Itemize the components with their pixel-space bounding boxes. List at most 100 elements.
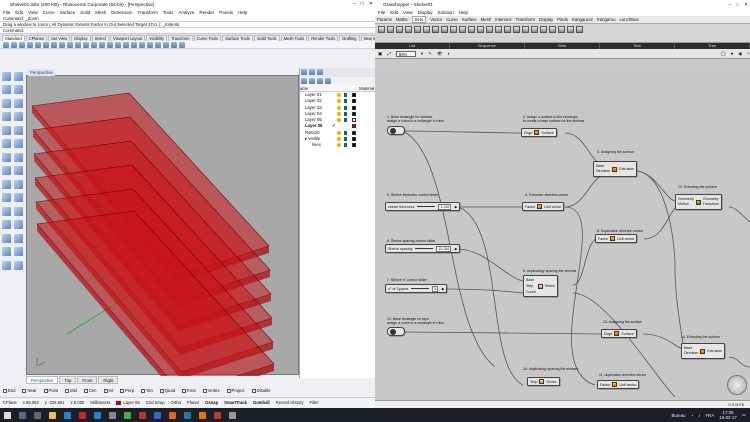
lock-icon[interactable] [344, 118, 347, 123]
lock-icon[interactable] [344, 143, 347, 148]
split-icon[interactable] [14, 220, 23, 230]
app-icon[interactable] [214, 411, 221, 419]
gh-tab-transform[interactable]: Transform [516, 17, 535, 22]
bulb-icon[interactable] [337, 118, 341, 123]
render-icon[interactable] [163, 42, 169, 48]
osnap-project[interactable]: Project [226, 388, 245, 393]
preview-mode-icon[interactable]: ◐ [448, 51, 451, 56]
dimension-icon[interactable] [2, 247, 11, 257]
osnap-tan[interactable]: Tan [141, 388, 153, 393]
language-indicator[interactable]: FRA [705, 413, 714, 418]
lock-icon[interactable] [344, 137, 347, 142]
surface-icon[interactable] [2, 139, 11, 149]
count-slider[interactable]: n° of Spaces 5 ◆ [385, 284, 448, 293]
clock[interactable]: 17:36 15-02-17 [719, 410, 737, 420]
save-icon[interactable] [19, 42, 25, 48]
bulb-icon[interactable] [337, 105, 341, 110]
windows-start-icon[interactable] [4, 411, 11, 419]
close-icon[interactable]: ✕ [369, 0, 373, 9]
tab-display[interactable]: Display [71, 35, 91, 41]
extrude-icon[interactable] [14, 139, 23, 149]
curve-param-component-2[interactable] [387, 327, 405, 336]
layer-color-swatch[interactable] [352, 143, 356, 148]
unit-z-component[interactable]: Factor Unit vector [522, 202, 565, 211]
spacing-slider[interactable]: Shelve spacing 15.289 ◆ [385, 244, 461, 253]
menu-panels[interactable]: Panels [219, 9, 233, 16]
display-tab-icon[interactable] [317, 69, 323, 75]
lock-icon[interactable] [344, 93, 347, 97]
grasshopper-taskbar-icon[interactable] [124, 411, 131, 419]
join-icon[interactable] [2, 233, 11, 243]
properties-tab-icon[interactable] [301, 69, 307, 75]
layer-color-swatch[interactable] [352, 111, 356, 116]
preview-selected-icon[interactable]: ◉ [738, 51, 742, 57]
tab-visibility[interactable]: Visibility [146, 35, 168, 41]
close-icon[interactable]: ✕ [744, 0, 748, 9]
trim-icon[interactable] [2, 220, 11, 230]
slider-knob-icon[interactable]: ◆ [454, 247, 457, 251]
new-file-icon[interactable] [3, 42, 9, 48]
lock-icon[interactable] [344, 99, 347, 104]
maximize-icon[interactable]: □ [736, 0, 739, 9]
minimize-icon[interactable]: – [729, 0, 732, 9]
osnap-vertex[interactable]: Vertex [202, 388, 220, 393]
print-icon[interactable] [27, 42, 33, 48]
zoom-level[interactable]: 89% [395, 50, 416, 57]
zoom-icon[interactable] [83, 42, 89, 48]
slider-track[interactable] [417, 206, 436, 207]
bulb-icon[interactable] [337, 99, 341, 104]
network-icon[interactable]: ◔ [691, 413, 694, 418]
gh-menu-view[interactable]: View [403, 9, 413, 16]
layer-icon[interactable] [139, 42, 145, 48]
sequence-component-icon[interactable] [450, 26, 457, 33]
mesh-icon[interactable] [14, 166, 23, 176]
bulb-icon[interactable] [337, 93, 341, 97]
text-component-icon[interactable] [513, 26, 520, 33]
layer-color-swatch[interactable] [352, 93, 356, 97]
status-grid-snap[interactable]: Grid Snap [146, 400, 165, 405]
copy-object-icon[interactable] [14, 179, 23, 189]
gh-tab-display[interactable]: Display [539, 17, 553, 22]
lock-icon[interactable] [344, 105, 347, 110]
rhino-taskbar-icon[interactable] [109, 411, 116, 419]
boolean-icon[interactable] [2, 166, 11, 176]
sequence-component-icon[interactable] [441, 26, 448, 33]
acrobat-icon[interactable] [79, 411, 86, 419]
undo-icon[interactable] [59, 42, 65, 48]
hide-icon[interactable] [123, 42, 129, 48]
gh-menu-help[interactable]: Help [459, 9, 468, 16]
new-layer-icon[interactable] [301, 78, 307, 84]
sets-component-icon[interactable] [504, 26, 511, 33]
tab-right[interactable]: Right [98, 376, 119, 384]
box-icon[interactable] [2, 152, 11, 162]
menu-curve[interactable]: Curve [43, 9, 55, 16]
list-component-icon[interactable] [414, 26, 421, 33]
word-icon[interactable] [154, 411, 161, 419]
maximize-icon[interactable]: □ [361, 0, 364, 9]
help-icon[interactable] [179, 42, 185, 48]
gh-menu-edit[interactable]: Edit [390, 9, 398, 16]
osnap-int[interactable]: Int [103, 388, 113, 393]
text-component-icon[interactable] [540, 26, 547, 33]
arc-icon[interactable] [14, 98, 23, 108]
thickness-slider[interactable]: shelve thickness 3.155 ◆ [385, 202, 461, 211]
gh-tab-curve[interactable]: Curve [446, 17, 457, 22]
select-point-icon[interactable] [2, 72, 11, 81]
tab-render-tools[interactable]: Render Tools [308, 35, 339, 41]
gh-tab-intersect[interactable]: Intersect [495, 17, 511, 22]
minimize-icon[interactable]: – [353, 0, 356, 9]
tab-standard[interactable]: Standard [2, 35, 25, 41]
bulb-icon[interactable] [337, 130, 341, 135]
layer-color-swatch[interactable] [352, 105, 356, 110]
menu-view[interactable]: View [28, 9, 38, 16]
tab-surface-tools[interactable]: Surface Tools [222, 35, 253, 41]
illustrator-icon[interactable] [199, 411, 206, 419]
tab-transform[interactable]: Transform [168, 35, 193, 41]
sequence-component-icon[interactable] [432, 26, 439, 33]
viewport-label[interactable]: Perspective [28, 69, 55, 76]
slider-track[interactable] [415, 248, 434, 249]
layer-row[interactable]: lines [300, 142, 375, 148]
list-component-icon[interactable] [387, 26, 394, 33]
tab-top[interactable]: Top [59, 376, 77, 384]
tab-cplanes[interactable]: CPlanes [25, 35, 48, 41]
